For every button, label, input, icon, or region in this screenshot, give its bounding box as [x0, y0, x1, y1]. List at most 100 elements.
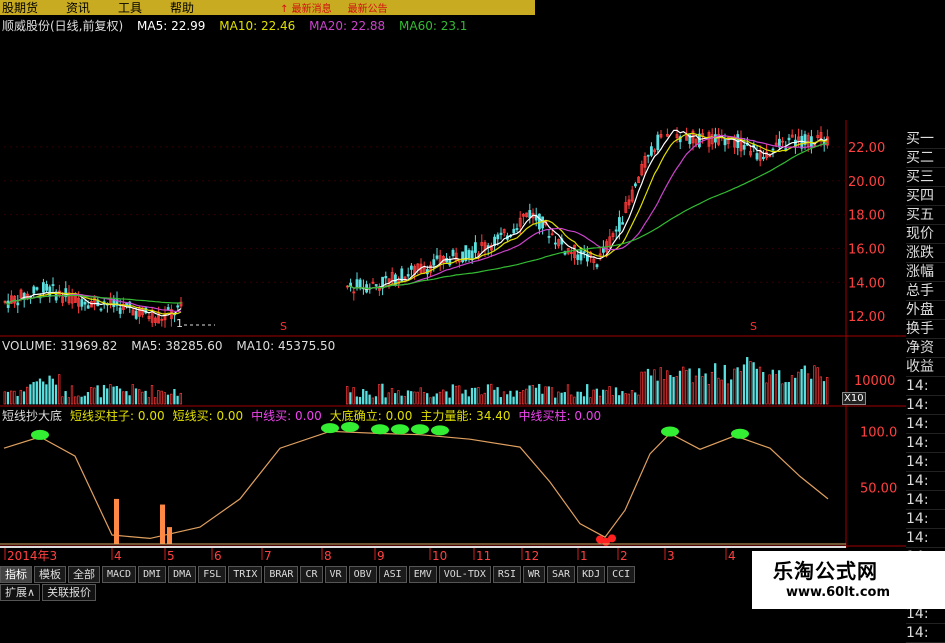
tab-kdj[interactable]: KDJ [577, 566, 606, 583]
watermark-name: 乐淘公式网 [773, 559, 878, 583]
volume-bar [624, 393, 627, 405]
volume-bar [822, 381, 826, 405]
volume-scale-badge[interactable]: X10 [842, 392, 866, 405]
volume-bar [570, 394, 573, 405]
candle-body [595, 264, 599, 268]
volume-bar [534, 387, 538, 405]
volume-bar [64, 391, 67, 405]
tab-wr[interactable]: WR [522, 566, 546, 583]
volume-bar [454, 385, 458, 405]
volume-bar [45, 384, 48, 405]
volume-bar [765, 382, 768, 405]
volume-bar [166, 394, 170, 405]
quote-row: 买五 [906, 206, 945, 225]
menu-item-news[interactable]: 资讯 [66, 0, 90, 16]
tab-全部[interactable]: 全部 [68, 566, 100, 583]
candle-body [45, 284, 48, 291]
tab-cci[interactable]: CCI [607, 566, 636, 583]
volume-bar [755, 368, 758, 405]
volume-bar [22, 391, 26, 405]
tab-asi[interactable]: ASI [378, 566, 407, 583]
tab-obv[interactable]: OBV [348, 566, 377, 583]
indicator-header: 短线抄大底 短线买柱子: 0.00 短线买: 0.00 中线买: 0.00 大底确立: … [2, 407, 609, 424]
candle-body [614, 229, 618, 232]
tab-rsi[interactable]: RSI [492, 566, 521, 583]
menu-item-tools[interactable]: 工具 [118, 0, 142, 16]
month-label: 9 [377, 549, 385, 563]
candle-body [432, 259, 436, 266]
volume-bar [774, 374, 778, 405]
chart-canvas[interactable]: S S 22.00 20.00 18.00 16.00 14.00 12.00 10000 10… [0, 0, 945, 609]
candle-body [473, 242, 477, 253]
volume-bar [506, 394, 509, 405]
volume-bar [730, 379, 733, 405]
volume-bar [38, 378, 42, 405]
tab-vr[interactable]: VR [324, 566, 347, 583]
tab-cr[interactable]: CR [300, 566, 323, 583]
alert-news[interactable]: ↑ 最新消息 [280, 0, 332, 15]
volume-bar [426, 393, 429, 405]
volume-bar [496, 387, 499, 405]
volume-bar [3, 391, 6, 405]
volume-bar [42, 381, 45, 405]
menu-item-futures[interactable]: 股期货 [2, 0, 38, 16]
volume-bar [451, 384, 454, 405]
volume-bar [528, 385, 531, 405]
candle-body [42, 282, 45, 293]
month-label: 7 [264, 549, 272, 563]
indicator-tick-label: 100.0 [860, 425, 897, 440]
indicator-label-5: 主力量能: 34.40 [420, 409, 511, 423]
tab-dmi[interactable]: DMI [138, 566, 167, 583]
tab-指标[interactable]: 指标 [0, 566, 32, 583]
volume-bar [614, 387, 618, 405]
volume-bar [346, 386, 349, 405]
quote-row: 14: [906, 434, 945, 453]
volume-bar [387, 392, 390, 405]
volume-bar [589, 397, 592, 405]
volume-bar [483, 392, 486, 405]
volume-bar [461, 393, 464, 405]
alert-announce[interactable]: 最新公告 [348, 0, 388, 15]
ma60-value: MA60: 23.1 [399, 19, 468, 33]
volume-bar [742, 364, 746, 405]
candle-body [35, 287, 39, 290]
tab-模板[interactable]: 模板 [34, 566, 66, 583]
quote-row: 外盘 [906, 301, 945, 320]
month-label: 6 [214, 549, 222, 563]
split-marker: S [750, 320, 757, 333]
volume-bar [86, 392, 90, 405]
volume-bar [771, 369, 774, 405]
tab-macd[interactable]: MACD [102, 566, 137, 583]
volume-bar [464, 389, 467, 405]
volume-bar [502, 391, 506, 405]
volume-bar [374, 396, 378, 405]
tab-sar[interactable]: SAR [547, 566, 576, 583]
quote-row: 14: [906, 624, 945, 643]
candle-body [762, 156, 765, 160]
tab-dma[interactable]: DMA [168, 566, 197, 583]
volume-bar [602, 389, 605, 405]
tab-emv[interactable]: EMV [408, 566, 437, 583]
volume-bar [531, 384, 534, 405]
tab-fsl[interactable]: FSL [198, 566, 227, 583]
volume-bar [118, 388, 122, 405]
volume-bar [573, 396, 576, 405]
volume-bar [525, 388, 528, 405]
tab-row2-1[interactable]: 关联报价 [42, 584, 97, 601]
volume-bar [35, 381, 38, 405]
candle-body [742, 144, 746, 150]
quote-row: 14: [906, 415, 945, 434]
volume-bar [566, 384, 570, 405]
volume-bar [448, 397, 451, 405]
tab-brar[interactable]: BRAR [264, 566, 299, 583]
menu-item-help[interactable]: 帮助 [170, 0, 194, 16]
tab-trix[interactable]: TRIX [228, 566, 263, 583]
volume-bar [493, 389, 496, 405]
tab-vol-tdx[interactable]: VOL-TDX [438, 566, 491, 583]
volume-bar [813, 365, 816, 405]
price-tick-label: 16.00 [848, 242, 885, 257]
volume-value: VOLUME: 31969.82 [2, 339, 118, 353]
volume-bar [80, 396, 83, 405]
tab-row2-0[interactable]: 扩展∧ [0, 584, 41, 601]
quote-row: 现价 [906, 225, 945, 244]
